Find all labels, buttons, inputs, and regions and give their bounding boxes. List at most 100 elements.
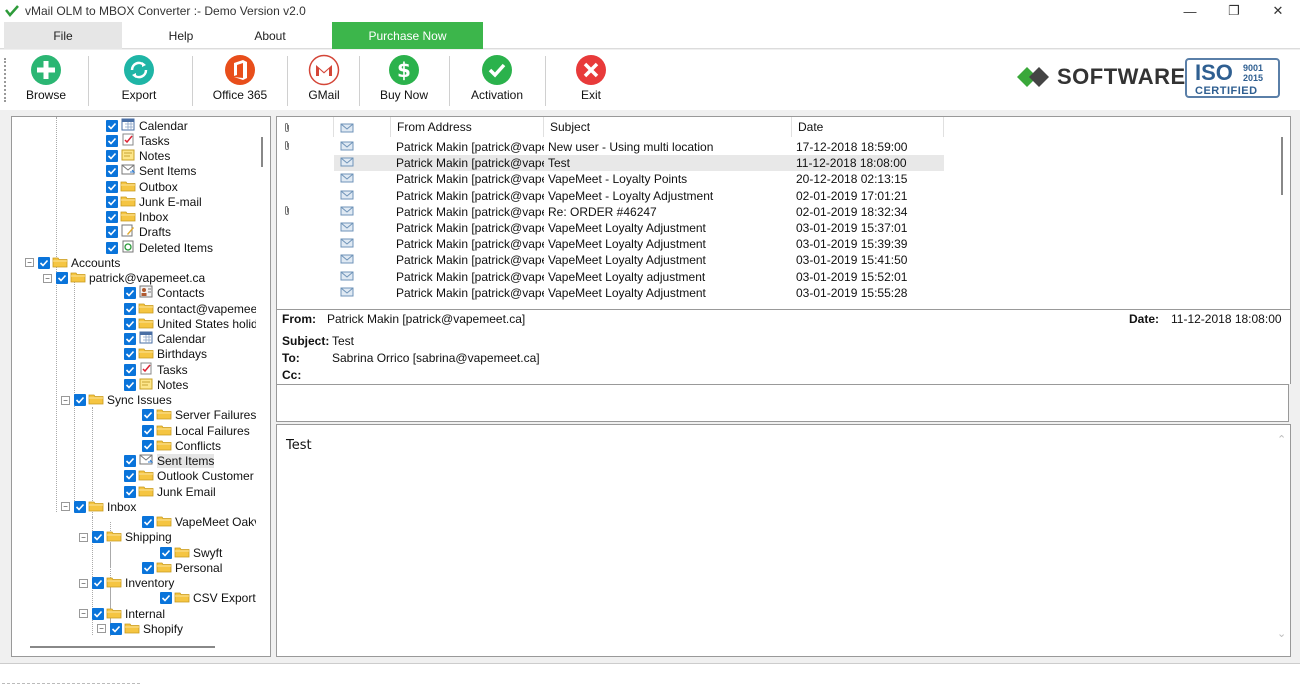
scroll-up-icon[interactable]: ⌃ <box>1277 433 1286 446</box>
folder-checkbox[interactable] <box>124 378 136 391</box>
tree-item[interactable]: − Sync Issues <box>61 393 172 408</box>
tree-item[interactable]: Junk E-mail <box>106 194 202 209</box>
tree-item[interactable]: Server Failures <box>142 408 256 423</box>
folder-checkbox[interactable] <box>124 363 136 376</box>
close-window-button[interactable]: ✕ <box>1256 0 1300 22</box>
folder-checkbox[interactable] <box>92 607 104 620</box>
tree-item[interactable]: Notes <box>106 149 170 164</box>
folder-checkbox[interactable] <box>74 500 86 513</box>
tree-item[interactable]: Local Failures <box>142 423 250 438</box>
attachment-column-header[interactable] <box>277 117 334 137</box>
date-column-header[interactable]: Date <box>792 117 944 137</box>
tree-item[interactable]: Swyft <box>160 545 222 560</box>
tree-horizontal-scrollbar[interactable] <box>12 636 270 656</box>
tree-item[interactable]: VapeMeet Oakville <box>142 515 257 530</box>
scroll-down-icon[interactable]: ⌄ <box>1277 627 1286 640</box>
folder-checkbox[interactable] <box>124 287 136 300</box>
collapse-toggle-icon[interactable]: − <box>79 609 88 618</box>
folder-checkbox[interactable] <box>142 561 154 574</box>
tree-item[interactable]: Tasks <box>124 362 188 377</box>
email-row[interactable]: Patrick Makin [patrick@vape... Test 11-12-… <box>277 155 1277 172</box>
folder-checkbox[interactable] <box>124 485 136 498</box>
folder-checkbox[interactable] <box>92 531 104 544</box>
tree-item[interactable]: Tasks <box>106 133 170 148</box>
email-row[interactable]: Patrick Makin [patrick@vape... VapeMeet L… <box>277 236 1277 252</box>
type-column-header[interactable] <box>334 117 391 137</box>
tree-item[interactable]: Outlook Customer Manager <box>124 469 257 484</box>
folder-checkbox[interactable] <box>124 317 136 330</box>
email-row[interactable]: Patrick Makin [patrick@vape... New user -… <box>277 139 1277 155</box>
folder-checkbox[interactable] <box>124 348 136 361</box>
email-row[interactable]: Patrick Makin [patrick@vape... VapeMeet L… <box>277 220 1277 236</box>
collapse-toggle-icon[interactable]: − <box>43 273 52 283</box>
browse-button[interactable]: Browse <box>21 54 71 108</box>
exit-button[interactable]: Exit <box>570 54 612 108</box>
folder-checkbox[interactable] <box>106 165 118 178</box>
email-row[interactable]: Patrick Makin [patrick@vape... Re: ORDER … <box>277 204 1277 220</box>
folder-checkbox[interactable] <box>142 409 154 422</box>
tree-item[interactable]: Birthdays <box>124 347 207 362</box>
folder-checkbox[interactable] <box>124 302 136 315</box>
activation-button[interactable]: Activation <box>468 54 526 108</box>
folder-checkbox[interactable] <box>106 211 118 223</box>
folder-checkbox[interactable] <box>106 150 118 162</box>
folder-checkbox[interactable] <box>142 439 154 452</box>
tree-item[interactable]: − patrick@vapemeet.ca <box>43 271 205 286</box>
tree-item[interactable]: − Inbox <box>61 499 136 514</box>
gmail-button[interactable]: GMail <box>302 54 346 108</box>
folder-checkbox[interactable] <box>142 516 154 528</box>
tree-item[interactable]: Sent Items <box>106 164 196 179</box>
subject-column-header[interactable]: Subject <box>544 117 792 137</box>
folder-checkbox[interactable] <box>74 394 86 406</box>
tree-item[interactable]: − Internal <box>79 606 165 621</box>
maximize-button[interactable]: ❐ <box>1212 0 1256 22</box>
tree-item[interactable]: − Shipping <box>79 530 172 545</box>
tree-item[interactable]: United States holidays <box>124 316 257 331</box>
folder-checkbox[interactable] <box>110 622 122 635</box>
collapse-toggle-icon[interactable]: − <box>61 395 70 405</box>
tree-item[interactable]: Contacts <box>124 285 204 301</box>
tree-item[interactable]: − Inventory <box>79 576 174 591</box>
folder-checkbox[interactable] <box>106 226 118 239</box>
folder-checkbox[interactable] <box>142 424 154 437</box>
tree-item[interactable]: Personal <box>142 560 222 575</box>
tree-item[interactable]: − Accounts <box>25 255 120 270</box>
export-button[interactable]: Export <box>114 54 164 108</box>
minimize-button[interactable]: — <box>1168 0 1212 22</box>
tree-item[interactable]: Junk Email <box>124 484 216 499</box>
folder-checkbox[interactable] <box>124 470 136 483</box>
buy-now-button[interactable]: $ Buy Now <box>378 54 430 108</box>
tree-item[interactable]: Calendar <box>124 331 206 347</box>
office365-button[interactable]: Office 365 <box>210 54 270 108</box>
folder-checkbox[interactable] <box>106 119 118 132</box>
list-vertical-scrollbar[interactable] <box>1276 117 1290 309</box>
collapse-toggle-icon[interactable]: − <box>79 532 88 542</box>
email-row[interactable]: Patrick Makin [patrick@vape... VapeMeet -… <box>277 188 1277 204</box>
collapse-toggle-icon[interactable]: − <box>25 258 34 268</box>
email-row[interactable]: Patrick Makin [patrick@vape... VapeMeet L… <box>277 252 1277 268</box>
tree-item[interactable]: Deleted Items <box>106 240 213 255</box>
menu-purchase-now[interactable]: Purchase Now <box>332 22 483 49</box>
menu-about[interactable]: About <box>210 22 330 49</box>
tree-vertical-scrollbar[interactable] <box>256 117 270 637</box>
folder-checkbox[interactable] <box>56 272 68 284</box>
folder-checkbox[interactable] <box>38 256 50 269</box>
folder-checkbox[interactable] <box>160 546 172 559</box>
tree-item[interactable]: − Shopify <box>97 621 183 636</box>
tree-item[interactable]: CSV Exports (Backups <box>160 591 257 606</box>
tree-item[interactable]: Notes <box>124 377 188 392</box>
email-row[interactable]: Patrick Makin [patrick@vape... VapeMeet L… <box>277 285 1277 301</box>
collapse-toggle-icon[interactable]: − <box>97 624 106 634</box>
folder-checkbox[interactable] <box>106 195 118 208</box>
tree-item[interactable]: Outbox <box>106 179 178 194</box>
tree-item[interactable]: contact@vapemeet.ca <box>124 301 257 316</box>
tree-item[interactable]: Drafts <box>106 224 171 240</box>
attachments-box[interactable] <box>276 384 1289 422</box>
menu-file[interactable]: File <box>4 22 122 49</box>
tree-item[interactable]: Calendar <box>106 118 188 133</box>
folder-checkbox[interactable] <box>160 592 172 605</box>
folder-checkbox[interactable] <box>92 577 104 589</box>
tree-item[interactable]: Conflicts <box>142 438 221 453</box>
folder-checkbox[interactable] <box>124 455 136 467</box>
folder-checkbox[interactable] <box>106 180 118 193</box>
